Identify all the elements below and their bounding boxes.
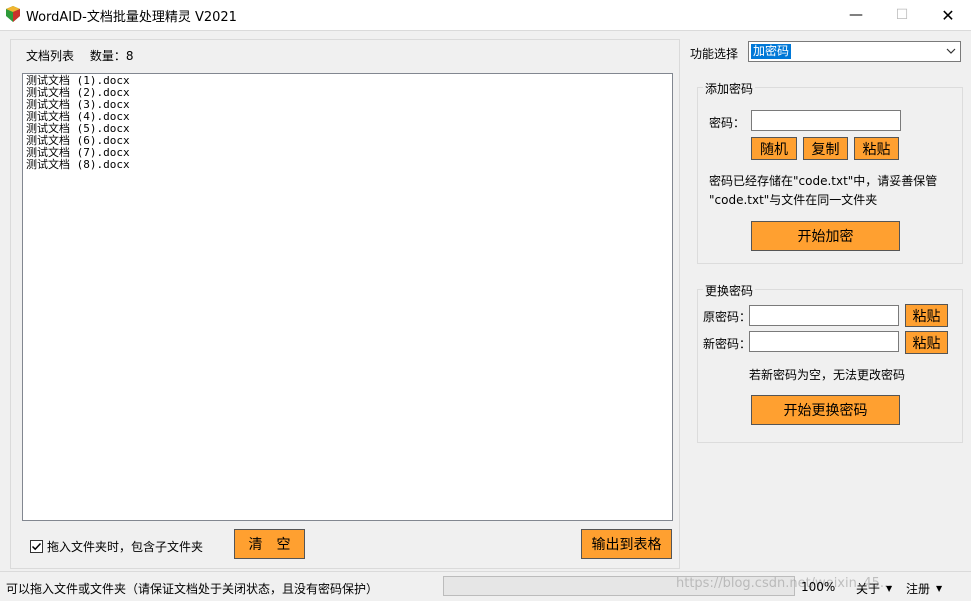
status-message: 可以拖入文件或文件夹（请保证文档处于关闭状态，且没有密码保护） [6,582,379,596]
about-menu[interactable]: 关于 ▼ [856,580,892,597]
status-bar: 可以拖入文件或文件夹（请保证文档处于关闭状态，且没有密码保护） https://… [0,571,971,601]
window-title: WordAID-文档批量处理精灵 V2021 [26,10,237,25]
include-subfolders-option[interactable]: 拖入文件夹时，包含子文件夹 [30,538,203,555]
checkmark-icon [31,542,42,551]
password-storage-note: 密码已经存储在"code.txt"中，请妥善保管 [709,174,938,188]
copy-button[interactable]: 复制 [803,137,848,160]
function-select-value: 加密码 [751,44,792,59]
document-list-header: 文档列表 数量：8 [26,47,134,64]
dropdown-arrow-icon: ▼ [936,584,943,593]
clear-button[interactable]: 清 空 [234,529,305,559]
dropdown-arrow-icon: ▼ [886,584,893,593]
maximize-button[interactable]: ☐ [879,0,925,30]
title-bar: WordAID-文档批量处理精灵 V2021 — ☐ ✕ [0,0,971,30]
paste-button[interactable]: 粘贴 [854,137,899,160]
old-password-label: 原密码： [703,310,752,324]
new-password-empty-note: 若新密码为空，无法更改密码 [749,368,906,382]
count-label: 数量： [89,49,126,63]
function-select[interactable]: 加密码 [748,41,961,62]
password-label: 密码： [709,116,746,130]
change-password-title: 更换密码 [703,282,756,299]
new-password-label: 新密码： [703,337,752,351]
document-listbox[interactable]: 测试文档 (1).docx 测试文档 (2).docx 测试文档 (3).doc… [22,73,673,521]
register-menu[interactable]: 注册 ▼ [906,580,942,597]
new-password-input[interactable] [749,331,899,352]
password-storage-note-2: "code.txt"与文件在同一文件夹 [709,193,878,207]
register-label: 注册 [906,582,931,596]
count-value: 8 [125,49,134,63]
start-encrypt-button[interactable]: 开始加密 [751,221,900,251]
app-logo-icon [6,6,20,22]
add-password-title: 添加密码 [703,80,756,97]
old-password-input[interactable] [749,305,899,326]
random-button[interactable]: 随机 [751,137,797,160]
paste-old-password-button[interactable]: 粘贴 [905,304,948,327]
password-input[interactable] [751,110,901,131]
include-subfolders-checkbox[interactable] [30,540,43,553]
chevron-down-icon [946,48,956,54]
start-change-password-button[interactable]: 开始更换密码 [751,395,900,425]
zoom-level[interactable]: 100% [801,580,835,594]
include-subfolders-label: 拖入文件夹时，包含子文件夹 [47,540,204,554]
document-list-label: 文档列表 [26,49,75,63]
function-select-label: 功能选择 [690,47,739,61]
minimize-button[interactable]: — [833,0,879,30]
paste-new-password-button[interactable]: 粘贴 [905,331,948,354]
close-button[interactable]: ✕ [925,0,971,30]
export-to-table-button[interactable]: 输出到表格 [581,529,672,559]
about-label: 关于 [856,582,881,596]
list-item[interactable]: 测试文档 (8).docx [26,159,669,171]
